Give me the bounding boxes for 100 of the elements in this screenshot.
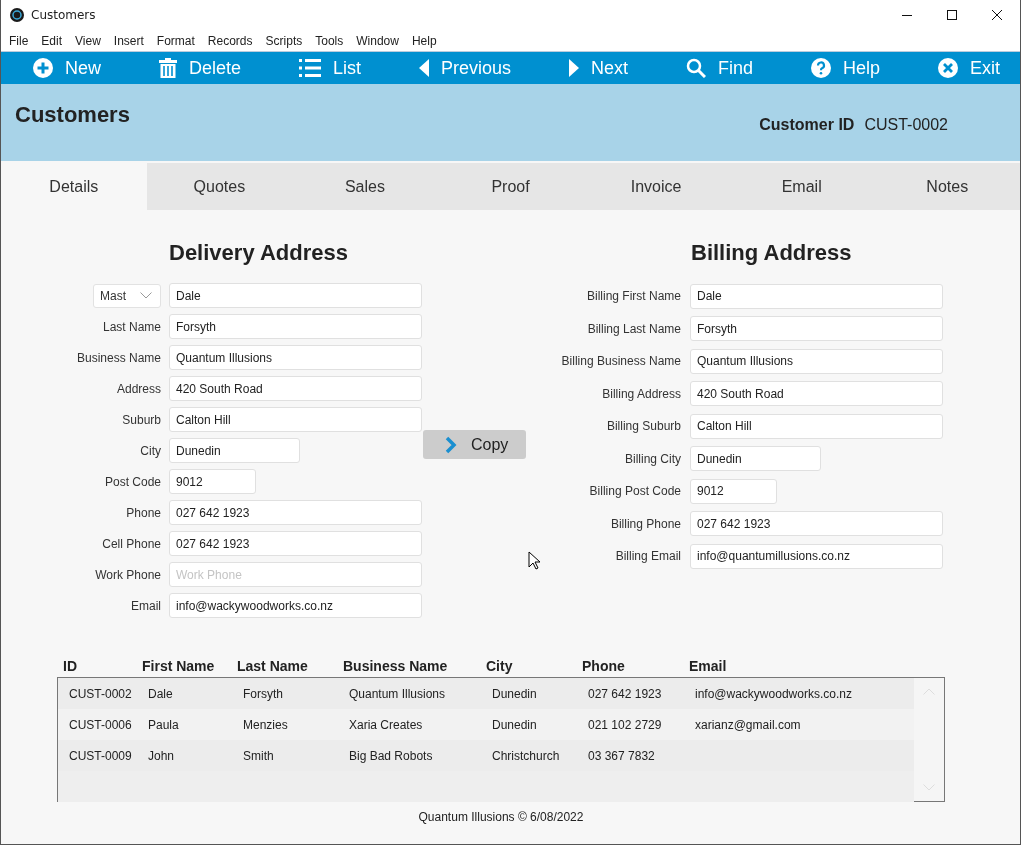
field-label: Billing Suburb: [606, 419, 681, 434]
table-row[interactable]: CUST-0002 Dale Forsyth Quantum Illusions Dunedin 027 642 1923 info@wackywoodworks.co.nz: [58, 678, 914, 709]
toolbar-button[interactable]: Next: [568, 57, 628, 79]
text-field[interactable]: 027 642 1923: [169, 531, 422, 556]
section-heading: Delivery Address: [168, 240, 349, 267]
text-field[interactable]: Dunedin: [169, 438, 300, 463]
table-cell-text: Dunedin: [491, 686, 538, 701]
plus-icon: [33, 58, 53, 78]
text-field[interactable]: Calton Hill: [690, 413, 943, 439]
table-cell-text: Dunedin: [491, 717, 538, 732]
menu-item[interactable]: Edit: [41, 33, 63, 48]
trash-icon: [159, 58, 177, 78]
column-header: First Name: [141, 658, 216, 674]
table-cell-text: Dale: [147, 686, 174, 701]
field-label: Billing First Name: [586, 289, 681, 304]
table-cell-text: CUST-0002: [68, 686, 133, 701]
text-field[interactable]: 9012: [690, 478, 777, 504]
table-cell-text: CUST-0006: [68, 717, 133, 732]
mouse-pointer-icon: [528, 551, 541, 570]
table-cell-text: Smith: [242, 748, 275, 763]
toolbar-button[interactable]: Delete: [159, 57, 241, 79]
menu-item[interactable]: Tools: [315, 33, 344, 48]
toolbar-button[interactable]: Help: [810, 57, 880, 79]
field-label: Phone: [126, 505, 161, 520]
field-label: Cell Phone: [102, 536, 161, 551]
help-icon: [810, 58, 831, 78]
close-icon[interactable]: [991, 9, 1003, 21]
column-header: City: [485, 658, 514, 674]
table-cell-text: Xaria Creates: [348, 717, 424, 732]
table-cell-text: Forsyth: [242, 686, 284, 701]
text-field[interactable]: 027 642 1923: [690, 511, 943, 537]
menu-item[interactable]: Help: [411, 33, 437, 48]
menu-item[interactable]: Records: [207, 33, 253, 48]
column-header: Last Name: [236, 658, 309, 674]
menu-item[interactable]: Window: [356, 33, 399, 48]
chevron-down-icon: [140, 292, 152, 299]
section-heading: Billing Address: [690, 240, 853, 267]
text-field[interactable]: 420 South Road: [690, 381, 943, 407]
table-cell-text: 021 102 2729: [587, 717, 663, 732]
text-field[interactable]: Dunedin: [690, 446, 821, 472]
menu-item[interactable]: View: [75, 33, 101, 48]
text-field[interactable]: Quantum Illusions: [169, 345, 422, 370]
text-field[interactable]: info@wackywoodworks.co.nz: [169, 593, 422, 618]
table-cell-text: Christchurch: [491, 748, 561, 763]
field-label: Billing Post Code: [589, 484, 681, 499]
field-label: Billing Business Name: [561, 354, 681, 369]
text-field[interactable]: Forsyth: [690, 316, 943, 342]
copy-button[interactable]: Copy: [423, 430, 526, 459]
table-cell-text: info@wackywoodworks.co.nz: [694, 686, 853, 701]
field-label: Billing City: [625, 451, 681, 466]
footer-text: Quantum Illusions © 6/08/2022: [417, 810, 585, 824]
field-label: Billing Address: [602, 386, 681, 401]
triangle-left-icon: [418, 59, 429, 77]
text-field[interactable]: Forsyth: [169, 314, 422, 339]
chevron-right-icon: [445, 435, 457, 454]
text-field[interactable]: Dale: [169, 283, 422, 308]
customer-id-value: CUST-0002: [864, 115, 948, 134]
table-cell-text: Paula: [147, 717, 180, 732]
table-row[interactable]: CUST-0009 John Smith Big Bad Robots Christchurch 03 367 7832: [58, 740, 914, 771]
toolbar-button[interactable]: List: [299, 57, 361, 79]
title-dropdown[interactable]: Mast: [93, 283, 161, 308]
table-cell-text: John: [147, 748, 176, 763]
text-field[interactable]: Quantum Illusions: [690, 348, 943, 374]
field-label: Business Name: [76, 350, 161, 365]
table-cell-text: Menzies: [242, 717, 289, 732]
table-cell-text: 03 367 7832: [587, 748, 656, 763]
toolbar-button[interactable]: Exit: [937, 57, 1000, 79]
text-field[interactable]: 027 642 1923: [169, 500, 422, 525]
toolbar-button[interactable]: Find: [685, 57, 753, 79]
menu-item[interactable]: File: [9, 33, 29, 48]
field-label: City: [140, 443, 161, 458]
maximize-icon[interactable]: [946, 9, 958, 21]
page-title: Customers: [15, 102, 130, 128]
field-label: Billing Email: [615, 549, 681, 564]
menu-item[interactable]: Format: [156, 33, 195, 48]
text-field[interactable]: Dale: [690, 283, 943, 309]
text-field[interactable]: Calton Hill: [169, 407, 422, 432]
menu-item[interactable]: Scripts: [265, 33, 303, 48]
column-header: ID: [62, 658, 78, 674]
field-label: Last Name: [102, 319, 161, 334]
toolbar-button[interactable]: Previous: [418, 57, 511, 79]
field-label: Address: [116, 381, 161, 396]
tab[interactable]: Details: [1, 163, 147, 210]
window-title: Customers: [31, 8, 96, 22]
field-label: Email: [131, 598, 161, 613]
text-field[interactable]: info@quantumillusions.co.nz: [690, 543, 943, 569]
column-header: Business Name: [342, 658, 449, 674]
field-label: Post Code: [104, 474, 161, 489]
text-field[interactable]: 420 South Road: [169, 376, 422, 401]
field-label: Work Phone: [95, 567, 161, 582]
field-label: Billing Last Name: [587, 321, 681, 336]
column-header: Email: [688, 658, 728, 674]
text-field[interactable]: Work Phone: [169, 562, 422, 587]
close-circle-icon: [937, 58, 958, 78]
table-cell-text: CUST-0009: [68, 748, 133, 763]
toolbar-button[interactable]: New: [33, 57, 101, 79]
table-cell-text: Quantum Illusions: [348, 686, 447, 701]
menu-item[interactable]: Insert: [113, 33, 144, 48]
customer-id-label: Customer ID: [759, 115, 855, 134]
text-field[interactable]: 9012: [169, 469, 256, 494]
